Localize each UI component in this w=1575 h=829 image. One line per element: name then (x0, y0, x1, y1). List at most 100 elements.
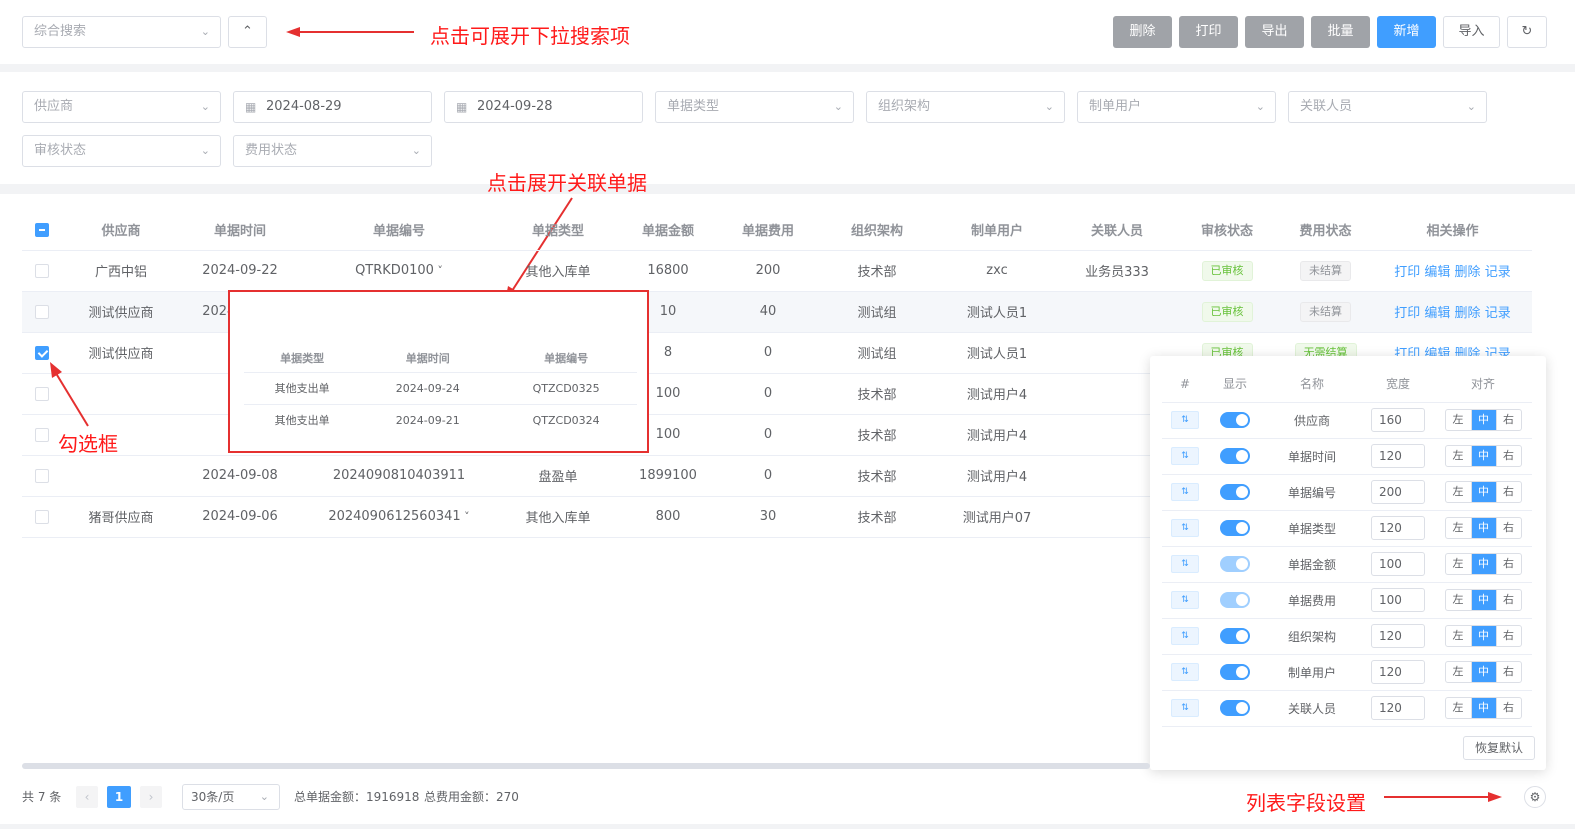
align-segmented[interactable]: 左中右 (1444, 409, 1522, 431)
align-left-button[interactable]: 左 (1446, 590, 1471, 610)
visibility-toggle[interactable] (1220, 412, 1250, 428)
width-cell[interactable]: 200 (1362, 474, 1434, 511)
align-segmented[interactable]: 左中右 (1444, 445, 1522, 467)
row-actions[interactable]: 打印 编辑 删除 记录 (1394, 306, 1510, 321)
horizontal-scrollbar[interactable] (22, 763, 1150, 769)
col-header[interactable]: 费用状态 (1278, 210, 1373, 251)
width-input[interactable]: 100 (1371, 552, 1425, 576)
align-segmented[interactable]: 左中右 (1444, 481, 1522, 503)
width-input[interactable]: 100 (1371, 588, 1425, 612)
width-cell[interactable]: 120 (1362, 654, 1434, 691)
align-center-button[interactable]: 中 (1470, 518, 1496, 538)
related-row[interactable]: 其他支出单 2024-09-24 QTZCD0325 (244, 371, 637, 404)
visibility-toggle[interactable] (1220, 592, 1250, 608)
col-header[interactable]: 关联人员 (1058, 210, 1176, 251)
drag-handle-cell[interactable]: ⇅ (1162, 438, 1208, 475)
width-cell[interactable]: 100 (1362, 582, 1434, 619)
drag-handle-cell[interactable]: ⇅ (1162, 654, 1208, 691)
width-input[interactable]: 120 (1371, 624, 1425, 648)
drag-handle-icon[interactable]: ⇅ (1171, 591, 1199, 609)
width-cell[interactable]: 120 (1362, 690, 1434, 727)
related-no[interactable]: QTZCD0325 (495, 371, 637, 404)
visibility-toggle[interactable] (1220, 556, 1250, 572)
col-header[interactable]: 组织架构 (818, 210, 936, 251)
colset-row[interactable]: ⇅ 单据类型 120 左中右 (1162, 510, 1532, 547)
colset-row[interactable]: ⇅ 组织架构 120 左中右 (1162, 618, 1532, 655)
align-segmented[interactable]: 左中右 (1444, 661, 1522, 683)
col-header[interactable]: 单据编号 (300, 210, 498, 251)
align-center-button[interactable]: 中 (1470, 446, 1496, 466)
row-checkbox[interactable] (22, 496, 62, 538)
align-segmented[interactable]: 左中右 (1444, 697, 1522, 719)
drag-handle-icon[interactable]: ⇅ (1171, 411, 1199, 429)
cell-doc-no[interactable]: QTRKD0100 ˅ (300, 250, 498, 292)
visibility-cell[interactable] (1208, 438, 1262, 475)
width-input[interactable]: 120 (1371, 660, 1425, 684)
drag-handle-cell[interactable]: ⇅ (1162, 546, 1208, 583)
align-left-button[interactable]: 左 (1446, 410, 1471, 430)
align-cell[interactable]: 左中右 (1434, 510, 1532, 547)
chevron-down-icon[interactable]: ˅ (461, 510, 470, 523)
colset-row[interactable]: ⇅ 关联人员 120 左中右 (1162, 690, 1532, 727)
drag-handle-cell[interactable]: ⇅ (1162, 510, 1208, 547)
align-cell[interactable]: 左中右 (1434, 438, 1532, 475)
cell-doc-no[interactable]: 2024090612560341 ˅ (300, 496, 498, 538)
align-center-button[interactable]: 中 (1470, 626, 1496, 646)
align-cell[interactable]: 左中右 (1434, 582, 1532, 619)
table-row[interactable]: 广西中铝 2024-09-22 QTRKD0100 ˅ 其他入库单 16800 200 技术… (22, 250, 1532, 292)
visibility-toggle[interactable] (1220, 628, 1250, 644)
align-left-button[interactable]: 左 (1446, 554, 1471, 574)
org-filter[interactable]: 组织架构 ⌄ (866, 91, 1065, 123)
page-number-button[interactable]: 1 (107, 786, 131, 808)
related-no[interactable]: QTZCD0324 (495, 403, 637, 436)
chevron-down-icon[interactable]: ˅ (434, 264, 443, 277)
align-right-button[interactable]: 右 (1495, 590, 1521, 610)
align-left-button[interactable]: 左 (1446, 482, 1471, 502)
visibility-cell[interactable] (1208, 546, 1262, 583)
page-size-select[interactable]: 30条/页 ⌄ (182, 784, 280, 810)
related-filter[interactable]: 关联人员 ⌄ (1288, 91, 1487, 123)
width-cell[interactable]: 120 (1362, 438, 1434, 475)
add-button[interactable]: 新增 (1377, 16, 1436, 48)
width-cell[interactable]: 120 (1362, 510, 1434, 547)
col-header[interactable]: 单据金额 (618, 210, 718, 251)
visibility-toggle[interactable] (1220, 520, 1250, 536)
cell-doc-no[interactable]: 2024090810403911 (300, 455, 498, 497)
row-checkbox[interactable] (22, 291, 62, 333)
width-cell[interactable]: 160 (1362, 402, 1434, 439)
colset-row[interactable]: ⇅ 单据编号 200 左中右 (1162, 474, 1532, 511)
align-right-button[interactable]: 右 (1495, 554, 1521, 574)
drag-handle-icon[interactable]: ⇅ (1171, 447, 1199, 465)
drag-handle-cell[interactable]: ⇅ (1162, 474, 1208, 511)
next-page-button[interactable]: › (140, 786, 162, 808)
batch-button[interactable]: 批量 (1311, 16, 1370, 48)
column-settings-button[interactable]: ⚙ (1524, 786, 1546, 808)
fee-status-filter[interactable]: 费用状态 ⌄ (233, 135, 432, 167)
colset-row[interactable]: ⇅ 单据费用 100 左中右 (1162, 582, 1532, 619)
align-center-button[interactable]: 中 (1470, 698, 1496, 718)
col-header[interactable]: 供应商 (62, 210, 180, 251)
creator-filter[interactable]: 制单用户 ⌄ (1077, 91, 1276, 123)
cell-ops[interactable]: 打印 编辑 删除 记录 (1373, 250, 1532, 292)
colset-row[interactable]: ⇅ 单据时间 120 左中右 (1162, 438, 1532, 475)
align-right-button[interactable]: 右 (1495, 410, 1521, 430)
expand-search-button[interactable]: ⌃ (228, 16, 267, 48)
drag-handle-cell[interactable]: ⇅ (1162, 618, 1208, 655)
row-checkbox[interactable] (22, 250, 62, 292)
drag-handle-icon[interactable]: ⇅ (1171, 699, 1199, 717)
width-cell[interactable]: 100 (1362, 546, 1434, 583)
visibility-cell[interactable] (1208, 618, 1262, 655)
align-left-button[interactable]: 左 (1446, 518, 1471, 538)
drag-handle-icon[interactable]: ⇅ (1171, 555, 1199, 573)
align-cell[interactable]: 左中右 (1434, 618, 1532, 655)
align-cell[interactable]: 左中右 (1434, 690, 1532, 727)
drag-handle-cell[interactable]: ⇅ (1162, 690, 1208, 727)
refresh-button[interactable]: ↻ (1507, 16, 1547, 48)
visibility-cell[interactable] (1208, 510, 1262, 547)
align-segmented[interactable]: 左中右 (1444, 589, 1522, 611)
colset-row[interactable]: ⇅ 制单用户 120 左中右 (1162, 654, 1532, 691)
align-left-button[interactable]: 左 (1446, 698, 1471, 718)
width-input[interactable]: 120 (1371, 696, 1425, 720)
align-center-button[interactable]: 中 (1470, 662, 1496, 682)
drag-handle-icon[interactable]: ⇅ (1171, 627, 1199, 645)
